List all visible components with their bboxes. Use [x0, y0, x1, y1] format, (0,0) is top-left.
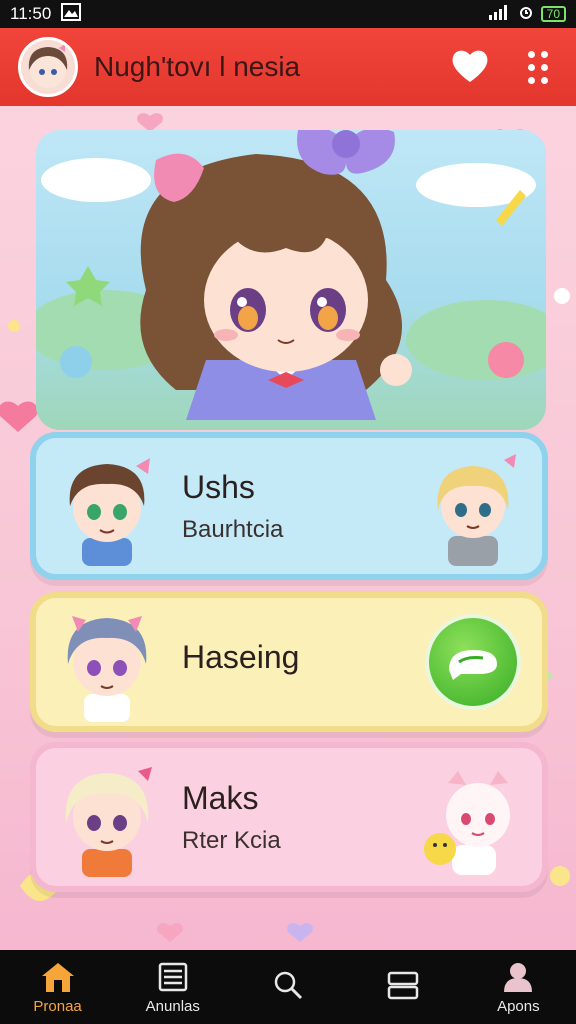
chibi-boy-avatar-icon — [52, 446, 162, 566]
gallery-notification-icon — [61, 2, 82, 26]
hero-illustration — [36, 130, 546, 430]
app-actions — [450, 46, 558, 89]
list-icon — [158, 962, 188, 991]
list-item[interactable]: Haseing — [30, 592, 548, 732]
nav-profile[interactable]: Apons — [463, 960, 573, 1015]
alarm-icon — [519, 4, 533, 25]
nav-cards[interactable] — [348, 968, 458, 1006]
profile-icon — [504, 962, 533, 992]
status-time: 11:50 — [10, 4, 52, 23]
battery-icon: 70 — [540, 6, 566, 22]
card-text: Ushs Baurhtcia — [162, 469, 418, 544]
list-item[interactable]: Maks Rter Kcia — [30, 742, 548, 892]
chat-action[interactable] — [418, 602, 528, 722]
status-left: 11:50 — [10, 2, 82, 26]
status-bar: 11:50 70 — [0, 0, 576, 28]
app-bar: Nugh'tovı l nesia — [0, 28, 576, 106]
nav-search[interactable] — [233, 968, 343, 1006]
signal-icon — [488, 4, 511, 25]
card-title: Haseing — [182, 638, 300, 675]
chibi-blonde-avatar-icon — [52, 757, 162, 877]
list-item[interactable]: Ushs Baurhtcia — [30, 432, 548, 580]
bottom-nav: Pronaa Anunlas Apons — [0, 950, 576, 1024]
card-subtitle: Rter Kcia — [182, 826, 281, 854]
nav-announcements[interactable]: Anunlas — [118, 960, 228, 1015]
card-text: Haseing — [162, 639, 418, 686]
nav-label: Apons — [497, 997, 540, 1015]
chibi-plush-avatar-icon — [418, 757, 528, 877]
chat-bubble-icon — [449, 650, 497, 680]
nav-label: Pronaa — [33, 997, 82, 1015]
home-icon — [41, 962, 74, 992]
nav-label: Anunlas — [145, 997, 200, 1015]
search-icon — [274, 971, 303, 1000]
card-text: Maks Rter Kcia — [162, 780, 418, 855]
status-right: 70 — [488, 4, 566, 25]
cards-icon — [387, 971, 419, 1000]
card-subtitle: Baurhtcia — [182, 515, 284, 543]
card-title: Maks — [182, 779, 259, 816]
card-title: Ushs — [182, 468, 255, 505]
chibi-girl-avatar-icon — [418, 446, 528, 566]
chibi-bluehair-avatar-icon — [52, 602, 162, 722]
page-title: Nugh'tovı l nesia — [94, 51, 301, 82]
chat-button[interactable] — [425, 614, 521, 710]
avatar[interactable] — [18, 37, 78, 97]
chibi-girl-illustration-icon — [36, 130, 546, 420]
heart-icon[interactable] — [450, 46, 490, 89]
more-options-icon[interactable] — [528, 50, 548, 84]
nav-home[interactable]: Pronaa — [3, 960, 113, 1015]
